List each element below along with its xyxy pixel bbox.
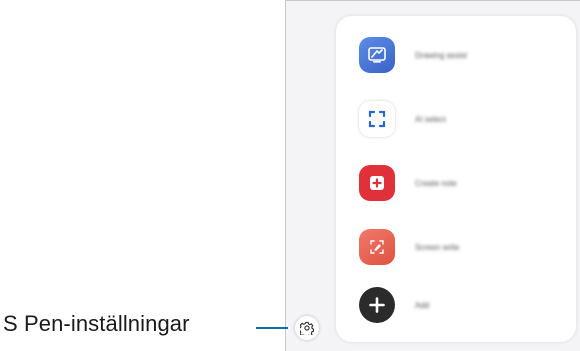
menu-item-label: AI select xyxy=(415,114,446,124)
ai-select-icon xyxy=(359,101,395,137)
screen-write-icon xyxy=(359,229,395,265)
create-note-icon xyxy=(359,165,395,201)
air-command-panel: Drawing assist AI select Create note Scr… xyxy=(336,16,576,342)
menu-item-label: Create note xyxy=(415,178,457,188)
menu-item-create-note[interactable]: Create note xyxy=(359,164,559,202)
menu-item-label: Add xyxy=(415,300,430,310)
gear-icon xyxy=(300,321,314,335)
s-pen-settings-button[interactable] xyxy=(295,316,319,340)
menu-item-ai-select[interactable]: AI select xyxy=(359,100,559,138)
menu-item-label: Drawing assist xyxy=(415,50,468,60)
menu-item-label: Screen write xyxy=(415,242,460,252)
callout-line xyxy=(256,327,288,329)
menu-item-screen-write[interactable]: Screen write xyxy=(359,228,559,266)
menu-item-drawing-assist[interactable]: Drawing assist xyxy=(359,36,559,74)
callout-label: S Pen-inställningar xyxy=(3,311,190,336)
drawing-assist-icon xyxy=(359,37,395,73)
plus-icon xyxy=(359,287,395,323)
menu-item-add[interactable]: Add xyxy=(359,286,559,324)
